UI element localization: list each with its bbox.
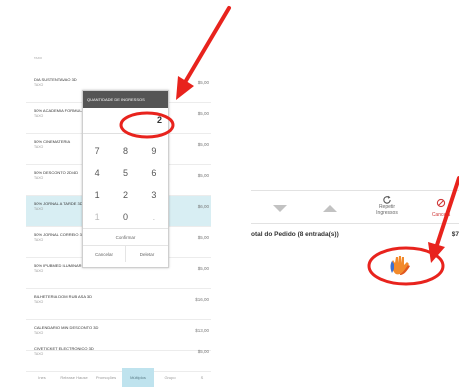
tab-release[interactable]: Release Hause <box>58 368 90 387</box>
list-item-price: $5,00 <box>197 80 209 85</box>
list-item-title: 50% IPUBMED ILUMINAR <box>34 263 82 268</box>
list-item-price: $5,00 <box>197 349 209 354</box>
key-7[interactable]: 7 <box>83 140 111 162</box>
list-item-title: 50% JORNAL A TARDE 3D <box>34 201 83 206</box>
list-item-subtitle: TAXO <box>34 207 44 211</box>
key-5[interactable]: 5 <box>111 162 139 184</box>
cancel-order-button[interactable]: Cancela <box>423 195 459 223</box>
key-9[interactable]: 9 <box>140 140 168 162</box>
key-1-disabled[interactable]: 1 <box>83 206 111 228</box>
list-item-subtitle: TAXO <box>34 114 44 118</box>
order-total-label: otal do Pedido (8 entrada(s)) <box>251 231 339 238</box>
hand-wave-icon[interactable] <box>389 254 413 276</box>
cancel-button[interactable]: Cancelar <box>83 246 126 262</box>
tab-s[interactable]: S <box>186 368 218 387</box>
list-item-subtitle: TAXO <box>34 238 44 242</box>
confirm-button[interactable]: Confirmar <box>83 228 168 245</box>
list-item-price: $5,00 <box>197 266 209 271</box>
scroll-up-icon[interactable] <box>323 205 337 212</box>
repeat-label-line2: Ingressos <box>376 209 398 216</box>
list-item-subtitle: TAXO <box>34 269 44 273</box>
key-1[interactable]: 1 <box>83 184 111 206</box>
dialog-actions: Cancelar Deletar <box>83 245 168 262</box>
order-panel: Repetir Ingressos Cancela otal do Pedido… <box>251 190 459 310</box>
dialog-title: QUANTIDADE DE INGRESSOS <box>83 91 168 108</box>
list-item-subtitle: TAXO <box>34 300 44 304</box>
order-total-value: $7 <box>451 231 459 238</box>
bottom-tab-bar: Ines Release Hause Promoções Múltiplos G… <box>26 368 218 387</box>
list-item-title: CALENDARIO MIN DESCONTO 3D <box>34 325 99 330</box>
order-toolbar: Repetir Ingressos Cancela <box>251 190 459 224</box>
list-item-subtitle: TAXO <box>34 83 44 87</box>
list-item-price: $5,00 <box>197 142 209 147</box>
list-item-price: $5,00 <box>197 173 209 178</box>
list-item[interactable]: BILHETERIA DOM RUB ASA 3D TAXO $16,00 <box>26 289 211 320</box>
list-item-title: CIVETICKET ELECTRONICO 3D <box>34 346 94 351</box>
tab-promocoes[interactable]: Promoções <box>90 368 122 387</box>
scroll-down-icon[interactable] <box>273 205 287 212</box>
list-item-subtitle: TAXO <box>34 331 44 335</box>
key-8[interactable]: 8 <box>111 140 139 162</box>
list-item-title: BILHETERIA DOM RUB ASA 3D <box>34 294 93 299</box>
cancel-icon <box>436 198 446 208</box>
list-item-subtitle: TAXO <box>34 352 44 356</box>
list-item-title: 50% ACADEMIA FORMULA <box>34 108 85 113</box>
list-item-price: $5,00 <box>197 111 209 116</box>
list-item-title: 50% DESCONTO 2D/4D <box>34 170 79 175</box>
list-item-subtitle: TAXO <box>34 145 44 149</box>
quantity-display: 2 <box>83 108 168 134</box>
list-item-price: $6,00 <box>197 204 209 209</box>
list-item-price: $13,00 <box>195 328 209 333</box>
list-top-label: TAXO <box>34 56 42 60</box>
delete-button[interactable]: Deletar <box>126 246 168 262</box>
tab-multiplos[interactable]: Múltiplos <box>122 368 154 387</box>
list-item-title: DIA SUSTENTAVAO 3D <box>34 77 77 82</box>
tab-ines[interactable]: Ines <box>26 368 58 387</box>
key-2[interactable]: 2 <box>111 184 139 206</box>
list-item-price: $5,00 <box>197 235 209 240</box>
list-item-title: 50% CINEMATERIA <box>34 139 71 144</box>
key-0[interactable]: 0 <box>111 206 139 228</box>
cancel-order-label: Cancela <box>431 212 451 218</box>
quantity-dialog: QUANTIDADE DE INGRESSOS 2 7 8 9 4 5 6 1 … <box>82 90 169 268</box>
key-4[interactable]: 4 <box>83 162 111 184</box>
key-6[interactable]: 6 <box>140 162 168 184</box>
tab-grupo[interactable]: Grupo <box>154 368 186 387</box>
repeat-tickets-button[interactable]: Repetir Ingressos <box>365 195 409 223</box>
key-3[interactable]: 3 <box>140 184 168 206</box>
quantity-value: 2 <box>156 115 162 125</box>
key-decimal[interactable]: . <box>140 206 168 228</box>
numeric-keypad: 7 8 9 4 5 6 1 2 3 1 0 . <box>83 134 168 228</box>
list-item-subtitle: TAXO <box>34 176 44 180</box>
list-item-title: 50% JORNAL CORREIO 3D <box>34 232 85 237</box>
list-item-price: $16,00 <box>195 297 209 302</box>
